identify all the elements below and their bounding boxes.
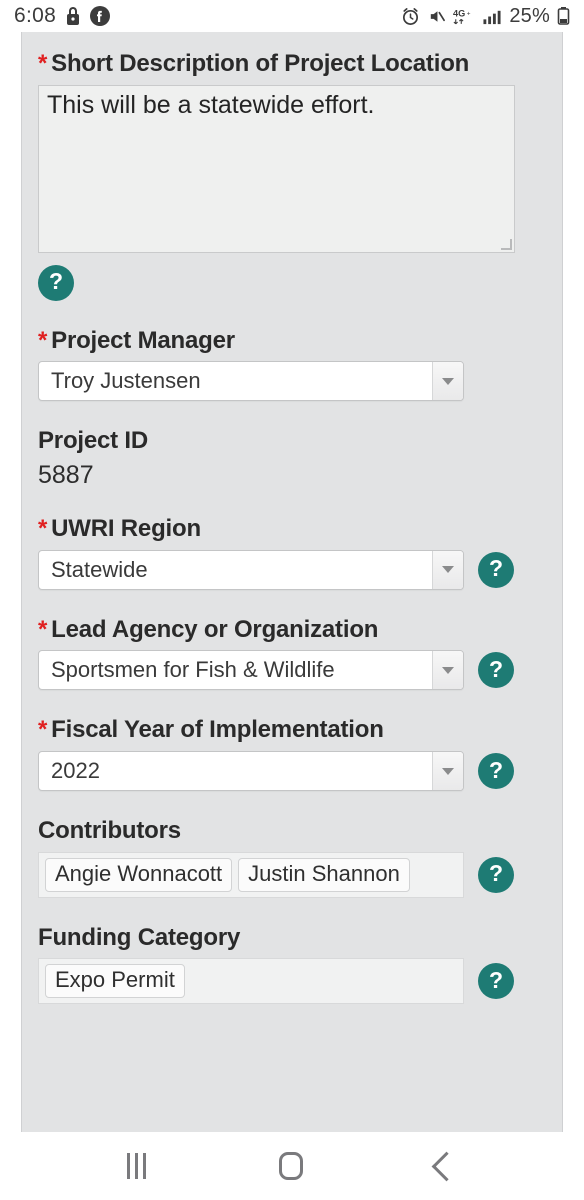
help-icon[interactable]: ?: [478, 551, 514, 588]
help-icon[interactable]: ?: [478, 963, 514, 1000]
status-time: 6:08: [14, 4, 57, 27]
recents-bar: [134, 1153, 138, 1179]
help-icon[interactable]: ?: [38, 264, 74, 301]
recents-icon[interactable]: [126, 1153, 146, 1179]
help-icon-glyph: ?: [48, 268, 64, 295]
help-icon-glyph: ?: [488, 655, 504, 682]
help-icon-glyph: ?: [488, 555, 504, 582]
uwri-region-value: Statewide: [51, 556, 148, 582]
facebook-icon: [90, 6, 111, 26]
funding-category-chip-list[interactable]: Expo Permit: [38, 958, 464, 1005]
chip-item[interactable]: Expo Permit: [45, 964, 185, 999]
back-icon[interactable]: [431, 1151, 462, 1181]
caret-glyph: [442, 767, 454, 775]
home-icon[interactable]: [278, 1152, 303, 1180]
recents-bar: [142, 1153, 146, 1179]
help-icon-glyph: ?: [488, 966, 504, 993]
required-asterisk: *: [38, 515, 48, 543]
field-project-id: Project ID 5887: [38, 427, 546, 489]
required-asterisk: *: [38, 326, 48, 354]
field-short-description: * Short Description of Project Location T…: [38, 50, 546, 301]
label-text: UWRI Region: [51, 515, 201, 543]
help-icon[interactable]: ?: [478, 753, 514, 790]
status-bar: 6:08 4G + 25%: [0, 0, 584, 32]
field-label-fiscal-year: * Fiscal Year of Implementation: [38, 716, 546, 744]
battery-icon: [557, 7, 570, 25]
caret-glyph: [442, 377, 454, 385]
field-funding-category: Funding Category Expo Permit ?: [38, 924, 546, 1005]
row-lead-agency: Sportsmen for Fish & Wildlife ?: [38, 650, 546, 691]
uwri-region-select[interactable]: Statewide: [38, 549, 464, 590]
lead-agency-value: Sportsmen for Fish & Wildlife: [51, 657, 335, 683]
caret-glyph: [442, 666, 454, 674]
help-icon-glyph: ?: [488, 860, 504, 887]
lead-agency-select[interactable]: Sportsmen for Fish & Wildlife: [38, 650, 464, 691]
chevron-down-icon[interactable]: [432, 550, 463, 589]
svg-text:+: +: [467, 10, 471, 17]
field-label-short-description: * Short Description of Project Location: [38, 50, 546, 78]
svg-text:4G: 4G: [453, 8, 465, 18]
help-icon[interactable]: ?: [478, 652, 514, 689]
field-label-lead-agency: * Lead Agency or Organization: [38, 616, 546, 644]
recents-bar: [126, 1153, 130, 1179]
field-label-funding-category: Funding Category: [38, 923, 241, 951]
form-page: * Short Description of Project Location T…: [21, 32, 563, 1132]
alarm-icon: [403, 7, 419, 25]
battery-percent-label: 25%: [509, 4, 550, 27]
chevron-down-icon[interactable]: [432, 362, 463, 401]
status-bar-left: 6:08: [14, 4, 111, 28]
label-text: Fiscal Year of Implementation: [51, 716, 384, 744]
caret-glyph: [442, 566, 454, 574]
contributors-chip-list[interactable]: Angie Wonnacott Justin Shannon: [38, 851, 464, 898]
android-nav-bar: [0, 1132, 584, 1200]
help-row-short-description: ?: [38, 264, 546, 301]
chip-item[interactable]: Justin Shannon: [238, 857, 410, 892]
project-manager-select[interactable]: Troy Justensen: [38, 361, 464, 402]
fiscal-year-select[interactable]: 2022: [38, 751, 464, 792]
row-uwri-region: Statewide ?: [38, 549, 546, 590]
field-contributors: Contributors Angie Wonnacott Justin Shan…: [38, 817, 546, 898]
field-label-contributors: Contributors: [38, 817, 181, 845]
status-bar-right: 4G + 25%: [401, 5, 570, 28]
field-project-manager: * Project Manager Troy Justensen: [38, 327, 546, 402]
form-content: * Short Description of Project Location T…: [22, 32, 562, 1005]
field-label-uwri-region: * UWRI Region: [38, 515, 546, 543]
label-text: Project Manager: [51, 326, 235, 354]
label-text: Short Description of Project Location: [51, 50, 470, 77]
row-funding-category: Expo Permit ?: [38, 958, 546, 1005]
chip-item[interactable]: Angie Wonnacott: [45, 857, 233, 892]
help-icon[interactable]: ?: [478, 856, 514, 893]
field-lead-agency: * Lead Agency or Organization Sportsmen f…: [38, 616, 546, 691]
row-contributors: Angie Wonnacott Justin Shannon ?: [38, 851, 546, 898]
field-uwri-region: * UWRI Region Statewide ?: [38, 515, 546, 590]
mute-icon: [431, 10, 446, 22]
fiscal-year-value: 2022: [51, 758, 100, 784]
field-label-project-id: Project ID: [38, 427, 149, 455]
4g-plus-icon: 4G +: [453, 8, 471, 24]
required-asterisk: *: [38, 716, 48, 744]
required-asterisk: *: [38, 615, 48, 643]
short-description-textarea[interactable]: This will be a statewide effort.: [38, 84, 515, 253]
row-fiscal-year: 2022 ?: [38, 751, 546, 792]
row-project-manager: Troy Justensen: [38, 361, 546, 402]
lock-icon: [67, 7, 80, 25]
label-text: Lead Agency or Organization: [51, 615, 379, 643]
project-manager-value: Troy Justensen: [51, 368, 201, 394]
help-icon-glyph: ?: [488, 756, 504, 783]
chevron-down-icon[interactable]: [432, 752, 463, 791]
field-label-project-manager: * Project Manager: [38, 327, 546, 355]
required-asterisk: *: [38, 50, 48, 77]
signal-bars-icon: [483, 10, 501, 24]
field-fiscal-year: * Fiscal Year of Implementation 2022 ?: [38, 716, 546, 792]
chevron-down-icon[interactable]: [432, 651, 463, 690]
project-id-value: 5887: [38, 460, 94, 489]
